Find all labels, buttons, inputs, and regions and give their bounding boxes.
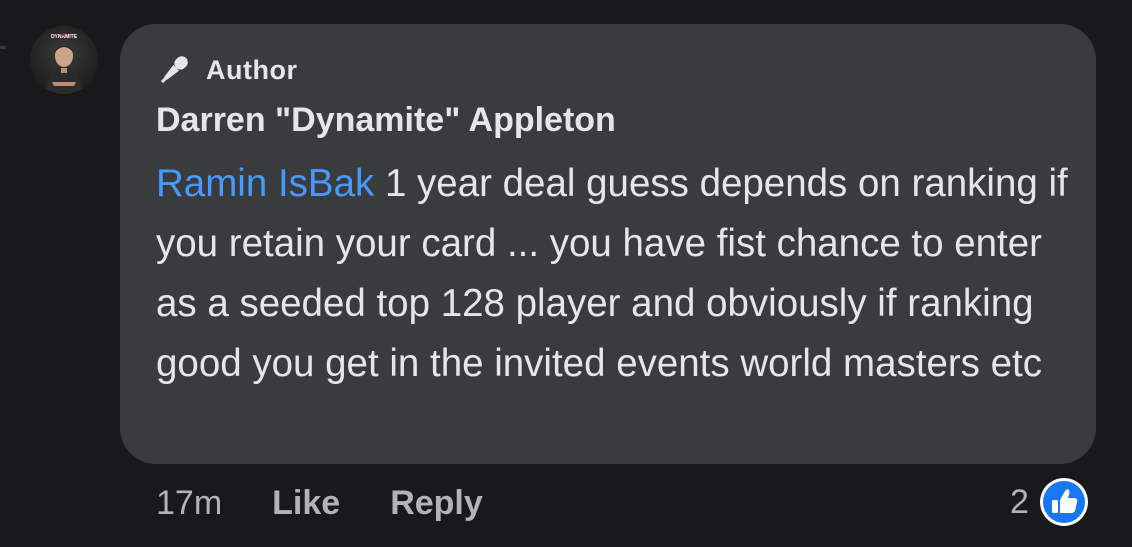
comment-bubble: Author Darren "Dynamite" Appleton Ramin … [120, 24, 1096, 464]
reaction-count: 2 [1010, 482, 1029, 521]
comment-actions: 17m Like Reply [156, 478, 483, 528]
timestamp[interactable]: 17m [156, 484, 222, 523]
microphone-icon [160, 56, 188, 84]
author-badge-label: Author [206, 54, 298, 85]
avatar[interactable]: DYNAMITE [30, 26, 98, 94]
like-button[interactable]: Like [272, 484, 340, 523]
like-thumbs-up-icon [1039, 478, 1088, 526]
comment-body: Ramin IsBak 1 year deal guess depends on… [156, 154, 1076, 394]
thread-connector-line [0, 46, 6, 49]
reply-button[interactable]: Reply [390, 484, 483, 523]
reaction-summary[interactable]: 2 [1010, 476, 1089, 528]
mention-link[interactable]: Ramin IsBak [156, 162, 374, 205]
comment-thread: DYNAMITE Author Darren "Dynamite" Applet… [0, 0, 1132, 547]
author-badge: Author [156, 52, 1060, 88]
commenter-name[interactable]: Darren "Dynamite" Appleton [156, 98, 1060, 142]
avatar-image: DYNAMITE [44, 33, 84, 94]
